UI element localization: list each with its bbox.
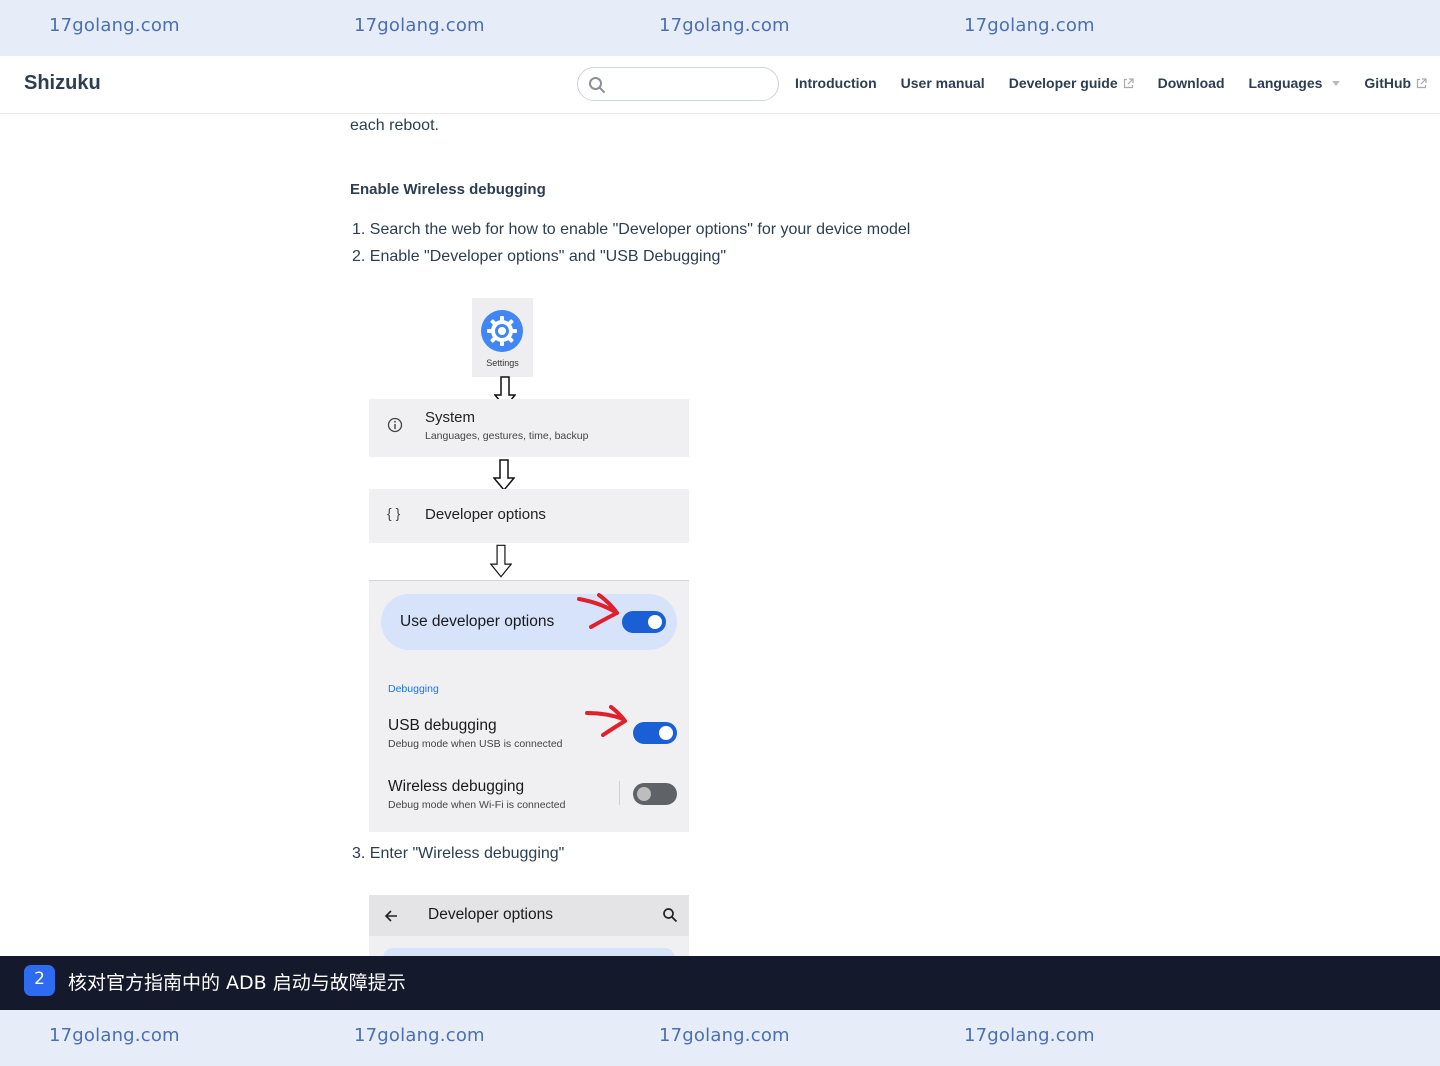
settings-label: Settings [486,358,519,368]
system-subtitle: Languages, gestures, time, backup [425,430,589,442]
step-item: 2. Enable "Developer options" and "USB D… [352,248,727,265]
caption-bar: 2 核对官方指南中的 ADB 启动与故障提示 [0,956,1440,1010]
developer-options-title: Developer options [425,506,546,523]
nav-download[interactable]: Download [1158,75,1225,91]
appbar-title: Developer options [428,906,553,923]
watermark-text: 17golang.com [49,1025,180,1046]
info-icon [387,417,403,433]
appbar-content [369,936,689,956]
watermark-text: 17golang.com [49,15,180,36]
search-icon [589,77,605,93]
search-icon[interactable] [662,907,678,923]
watermark-text: 17golang.com [964,1025,1095,1046]
watermark-text: 17golang.com [659,15,790,36]
card-preview [383,948,675,956]
divider [619,781,620,805]
use-developer-options-card: Use developer options [381,594,677,650]
settings-app-tile: Settings [472,298,533,377]
watermark-text: 17golang.com [659,1025,790,1046]
step-item: 1. Search the web for how to enable "Dev… [352,221,911,238]
nav-user-manual[interactable]: User manual [901,75,985,91]
usb-debugging-title: USB debugging [388,717,497,734]
arrow-left-icon[interactable] [383,908,399,924]
red-arrow-annotation [585,705,627,737]
gear-icon [481,310,523,352]
step-number-badge: 2 [24,965,55,996]
section-heading: Enable Wireless debugging [350,181,546,198]
watermark-text: 17golang.com [964,15,1095,36]
developer-options-row: { } Developer options [369,489,689,543]
usb-debugging-subtitle: Debug mode when USB is connected [388,738,563,750]
watermark-text: 17golang.com [354,15,485,36]
external-link-icon [1416,77,1427,88]
red-arrow-annotation [577,593,619,629]
paragraph-text: each reboot. [350,117,439,134]
watermark-bar-top: 17golang.com 17golang.com 17golang.com 1… [0,0,1440,56]
nav-links: Introduction User manual Developer guide… [795,75,1440,91]
chevron-down-icon [1332,80,1341,86]
debugging-section-label: Debugging [388,683,439,695]
watermark-bar-bottom: 17golang.com 17golang.com 17golang.com 1… [0,1010,1440,1066]
usb-debugging-toggle[interactable] [633,722,677,744]
arrow-down-icon [493,459,515,491]
developer-options-appbar: Developer options [369,895,689,936]
step-item: 3. Enter "Wireless debugging" [352,845,565,862]
use-developer-options-toggle[interactable] [622,611,666,633]
code-braces-icon: { } [387,505,401,521]
nav-introduction[interactable]: Introduction [795,75,877,91]
use-developer-options-label: Use developer options [400,613,555,630]
system-title: System [425,409,476,426]
site-name[interactable]: Shizuku [24,72,101,95]
nav-github[interactable]: GitHub [1364,75,1427,91]
external-link-icon [1123,77,1134,88]
wireless-debugging-toggle[interactable] [633,783,677,805]
wireless-debugging-subtitle: Debug mode when Wi-Fi is connected [388,799,566,811]
search-input[interactable] [577,67,779,101]
arrow-down-icon [490,544,512,578]
watermark-text: 17golang.com [354,1025,485,1046]
nav-languages-dropdown[interactable]: Languages [1249,75,1341,91]
system-row: System Languages, gestures, time, backup [369,399,689,457]
main-content: each reboot. Enable Wireless debugging 1… [350,114,1090,956]
wireless-debugging-title[interactable]: Wireless debugging [388,778,524,796]
caption-text: 核对官方指南中的 ADB 启动与故障提示 [68,972,406,994]
developer-options-panel: Use developer options Debugging USB debu… [369,580,689,832]
navbar: Shizuku Introduction User manual Develop… [0,56,1440,114]
nav-developer-guide[interactable]: Developer guide [1009,75,1134,91]
